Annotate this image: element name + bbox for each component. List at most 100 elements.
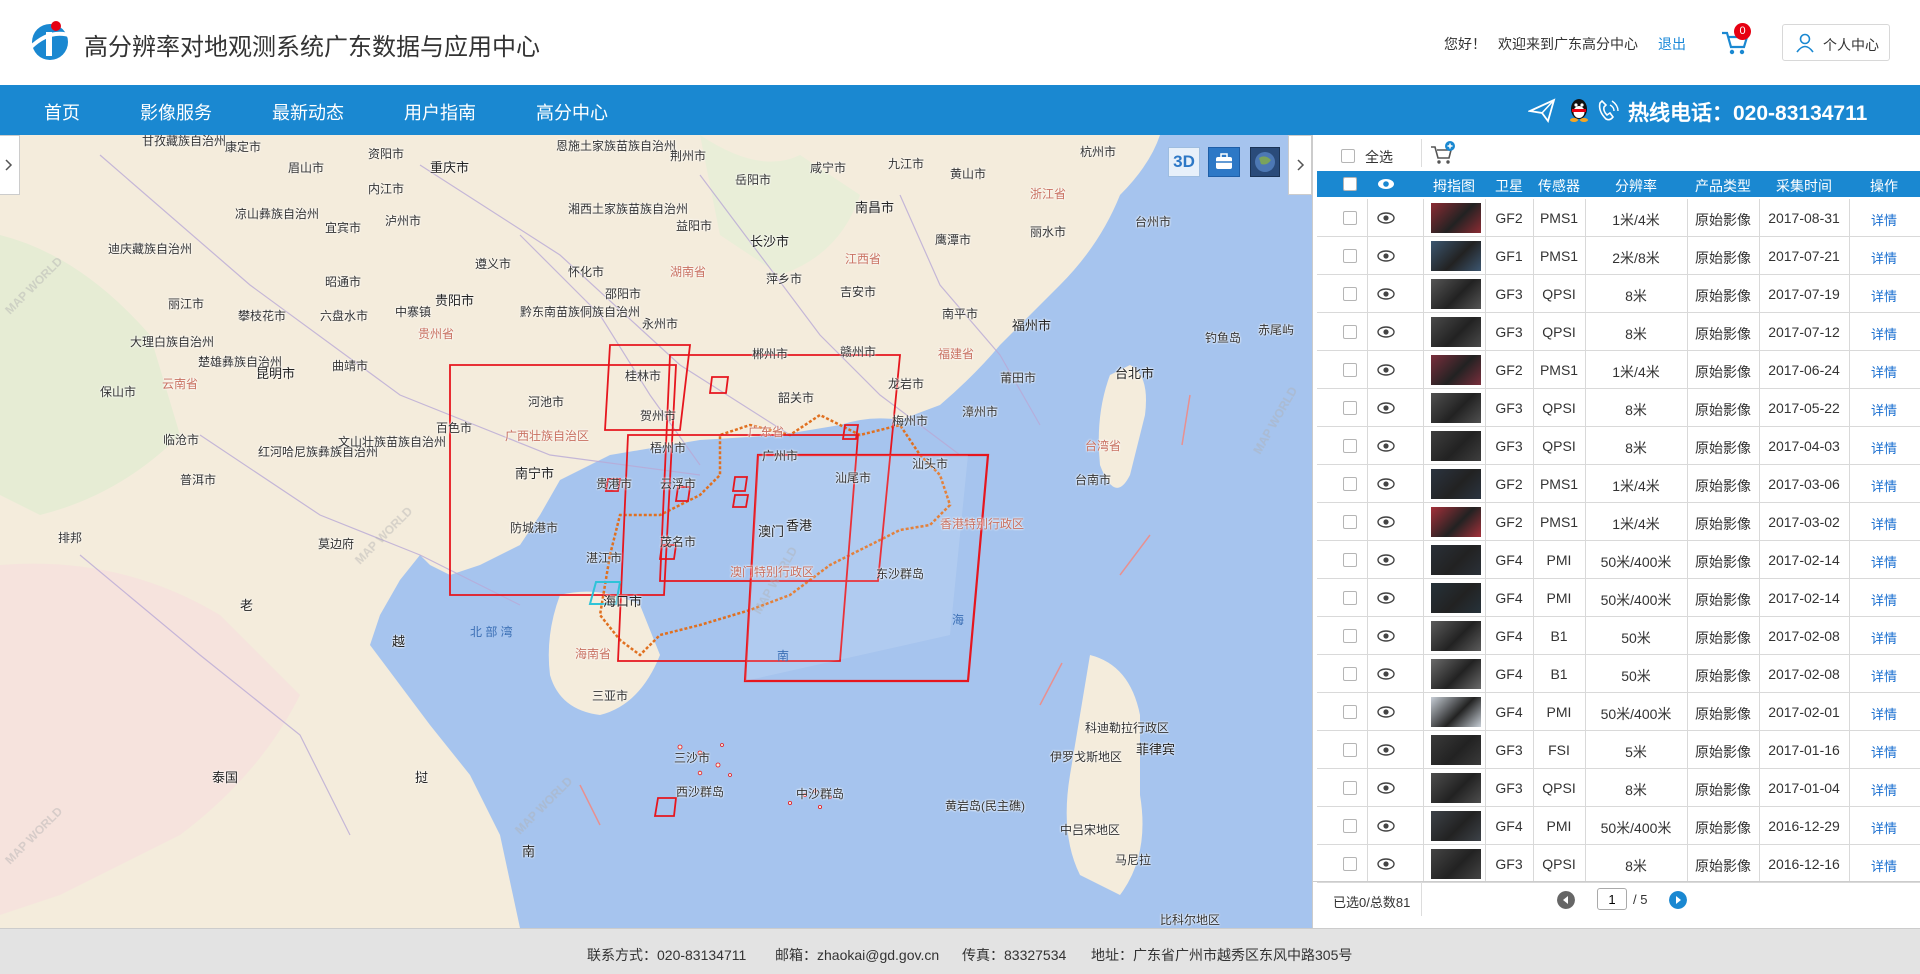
details-link[interactable]: 详情 [1849,628,1919,647]
thumbnail-image[interactable] [1431,811,1481,841]
prev-page-button[interactable] [1557,891,1575,909]
thumbnail-image[interactable] [1431,241,1481,271]
table-row[interactable]: GF2 PMS1 1米/4米 原始影像 2017-06-24 详情 [1317,351,1920,389]
row-checkbox[interactable] [1343,629,1357,643]
details-link[interactable]: 详情 [1849,590,1919,609]
row-checkbox[interactable] [1343,819,1357,833]
details-link[interactable]: 详情 [1849,552,1919,571]
map-view[interactable]: MAP WORLD MAP WORLD MAP WORLD MAP WORLD … [0,135,1312,928]
map-canvas[interactable]: MAP WORLD MAP WORLD MAP WORLD MAP WORLD … [0,135,1312,928]
details-link[interactable]: 详情 [1849,780,1919,799]
thumbnail-image[interactable] [1431,659,1481,689]
details-link[interactable]: 详情 [1849,400,1919,419]
details-link[interactable]: 详情 [1849,476,1919,495]
table-row[interactable]: GF4 B1 50米 原始影像 2017-02-08 详情 [1317,655,1920,693]
details-link[interactable]: 详情 [1849,324,1919,343]
row-checkbox[interactable] [1343,591,1357,605]
details-link[interactable]: 详情 [1849,666,1919,685]
right-panel-toggle[interactable] [1288,135,1312,195]
table-row[interactable]: GF3 QPSI 8米 原始影像 2017-05-22 详情 [1317,389,1920,427]
details-link[interactable]: 详情 [1849,248,1919,267]
table-row[interactable]: GF3 QPSI 8米 原始影像 2017-07-19 详情 [1317,275,1920,313]
row-checkbox[interactable] [1343,249,1357,263]
thumbnail-image[interactable] [1431,393,1481,423]
thumbnail-image[interactable] [1431,773,1481,803]
thumbnail-image[interactable] [1431,355,1481,385]
preview-eye-icon[interactable] [1377,288,1395,300]
preview-eye-icon[interactable] [1377,858,1395,870]
row-checkbox[interactable] [1343,477,1357,491]
map-satellite-layer-button[interactable] [1250,147,1280,177]
thumbnail-image[interactable] [1431,849,1481,879]
preview-eye-icon[interactable] [1377,250,1395,262]
preview-eye-icon[interactable] [1377,744,1395,756]
map-3d-button[interactable]: 3D [1168,147,1200,177]
table-row[interactable]: GF1 PMS1 2米/8米 原始影像 2017-07-21 详情 [1317,237,1920,275]
thumbnail-image[interactable] [1431,545,1481,575]
preview-eye-icon[interactable] [1377,402,1395,414]
table-row[interactable]: GF4 PMI 50米/400米 原始影像 2017-02-14 详情 [1317,579,1920,617]
page-number-input[interactable] [1597,888,1627,910]
row-checkbox[interactable] [1343,363,1357,377]
table-row[interactable]: GF2 PMS1 1米/4米 原始影像 2017-03-02 详情 [1317,503,1920,541]
table-row[interactable]: GF3 QPSI 8米 原始影像 2017-01-04 详情 [1317,769,1920,807]
preview-eye-icon[interactable] [1377,478,1395,490]
thumbnail-image[interactable] [1431,203,1481,233]
details-link[interactable]: 详情 [1849,210,1919,229]
details-link[interactable]: 详情 [1849,818,1919,837]
thumbnail-image[interactable] [1431,431,1481,461]
row-checkbox[interactable] [1343,857,1357,871]
row-checkbox[interactable] [1343,705,1357,719]
table-row[interactable]: GF4 B1 50米 原始影像 2017-02-08 详情 [1317,617,1920,655]
thumbnail-image[interactable] [1431,735,1481,765]
thumbnail-image[interactable] [1431,507,1481,537]
thumbnail-image[interactable] [1431,317,1481,347]
thumbnail-image[interactable] [1431,279,1481,309]
row-checkbox[interactable] [1343,781,1357,795]
details-link[interactable]: 详情 [1849,438,1919,457]
details-link[interactable]: 详情 [1849,362,1919,381]
details-link[interactable]: 详情 [1849,856,1919,875]
preview-eye-icon[interactable] [1377,820,1395,832]
table-row[interactable]: GF3 QPSI 8米 原始影像 2017-04-03 详情 [1317,427,1920,465]
table-row[interactable]: GF2 PMS1 1米/4米 原始影像 2017-03-06 详情 [1317,465,1920,503]
nav-user-guide[interactable]: 用户指南 [404,99,476,125]
header-checkbox[interactable] [1343,177,1357,191]
nav-gaofen-center[interactable]: 高分中心 [536,99,608,125]
table-row[interactable]: GF4 PMI 50米/400米 原始影像 2017-02-14 详情 [1317,541,1920,579]
thumbnail-image[interactable] [1431,469,1481,499]
details-link[interactable]: 详情 [1849,514,1919,533]
thumbnail-image[interactable] [1431,697,1481,727]
table-row[interactable]: GF4 PMI 50米/400米 原始影像 2016-12-29 详情 [1317,807,1920,845]
row-checkbox[interactable] [1343,287,1357,301]
nav-imagery-service[interactable]: 影像服务 [140,99,212,125]
table-row[interactable]: GF4 PMI 50米/400米 原始影像 2017-02-01 详情 [1317,693,1920,731]
preview-eye-icon[interactable] [1377,706,1395,718]
details-link[interactable]: 详情 [1849,742,1919,761]
preview-eye-icon[interactable] [1377,554,1395,566]
user-center-button[interactable]: 个人中心 [1782,24,1890,61]
preview-eye-icon[interactable] [1377,668,1395,680]
table-row[interactable]: GF3 QPSI 8米 原始影像 2017-07-12 详情 [1317,313,1920,351]
table-row[interactable]: GF3 QPSI 8米 原始影像 2016-12-16 详情 [1317,845,1920,883]
row-checkbox[interactable] [1343,667,1357,681]
thumbnail-image[interactable] [1431,621,1481,651]
row-checkbox[interactable] [1343,325,1357,339]
table-row[interactable]: GF3 FSI 5米 原始影像 2017-01-16 详情 [1317,731,1920,769]
preview-eye-icon[interactable] [1377,212,1395,224]
table-row[interactable]: GF2 PMS1 1米/4米 原始影像 2017-08-31 详情 [1317,199,1920,237]
row-checkbox[interactable] [1343,401,1357,415]
preview-eye-icon[interactable] [1377,592,1395,604]
left-panel-toggle[interactable] [0,135,20,195]
preview-eye-icon[interactable] [1377,440,1395,452]
row-checkbox[interactable] [1343,743,1357,757]
add-to-cart-icon[interactable] [1430,141,1456,165]
row-checkbox[interactable] [1343,515,1357,529]
preview-eye-icon[interactable] [1377,516,1395,528]
nav-latest-news[interactable]: 最新动态 [272,99,344,125]
preview-eye-icon[interactable] [1377,630,1395,642]
nav-home[interactable]: 首页 [44,99,80,125]
select-all-checkbox[interactable] [1341,149,1355,163]
row-checkbox[interactable] [1343,439,1357,453]
details-link[interactable]: 详情 [1849,286,1919,305]
